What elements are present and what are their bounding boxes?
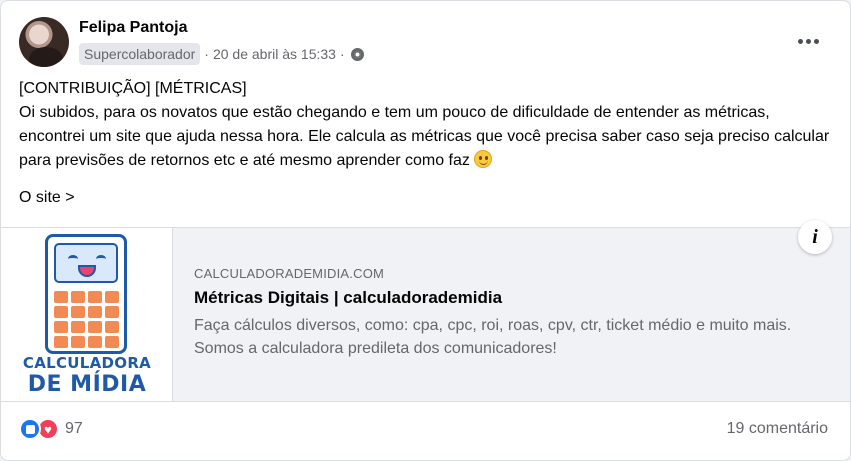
- meta-separator: ·: [204, 46, 209, 62]
- post-timestamp[interactable]: 20 de abril às 15:33: [213, 46, 336, 62]
- post-body: [CONTRIBUIÇÃO] [MÉTRICAS] Oi subidos, pa…: [19, 77, 832, 173]
- like-icon: [19, 418, 41, 440]
- author-avatar[interactable]: [19, 17, 69, 67]
- link-info: CALCULADORADEMIDIA.COM Métricas Digitais…: [194, 266, 794, 360]
- post-card: Felipa Pantoja Supercolaborador · 20 de …: [0, 0, 851, 461]
- logo-text-line1: CALCULADORA: [22, 354, 152, 372]
- post-message: Oi subidos, para os novatos que estão ch…: [19, 101, 832, 173]
- slightly-smiling-face-icon: [474, 150, 493, 168]
- post-header: Felipa Pantoja Supercolaborador · 20 de …: [19, 15, 832, 71]
- calculator-screen-icon: [54, 243, 118, 283]
- site-link[interactable]: O site >: [19, 189, 75, 207]
- link-domain: CALCULADORADEMIDIA.COM: [194, 266, 385, 281]
- calculator-logo-icon: [45, 234, 127, 354]
- link-title[interactable]: Métricas Digitais | calculadorademidia: [194, 288, 794, 308]
- link-thumbnail[interactable]: CALCULADORA DE MÍDIA: [1, 228, 173, 401]
- link-preview-card[interactable]: CALCULADORA DE MÍDIA CALCULADORADEMIDIA.…: [1, 220, 850, 402]
- member-badge[interactable]: Supercolaborador: [79, 43, 201, 65]
- post-message-text: Oi subidos, para os novatos que estão ch…: [19, 104, 830, 169]
- more-options-icon[interactable]: [790, 27, 826, 55]
- meta-separator: ·: [339, 46, 345, 62]
- reaction-count[interactable]: 97: [65, 420, 83, 438]
- post-tags-line: [CONTRIBUIÇÃO] [MÉTRICAS]: [19, 80, 247, 97]
- globe-icon[interactable]: [350, 47, 364, 61]
- eye-icon: [68, 255, 78, 263]
- mouth-icon: [78, 265, 96, 277]
- reactions-summary[interactable]: 97: [19, 418, 83, 440]
- comments-count[interactable]: 19 comentário: [727, 420, 828, 438]
- author-name[interactable]: Felipa Pantoja: [79, 19, 187, 37]
- link-description: Faça cálculos diversos, como: cpa, cpc, …: [194, 317, 792, 357]
- info-icon[interactable]: i: [798, 220, 832, 254]
- post-meta: Supercolaborador · 20 de abril às 15:33 …: [79, 43, 364, 65]
- post-footer: 97 19 comentário: [19, 415, 828, 443]
- logo-text-line2: DE MÍDIA: [27, 372, 147, 397]
- eye-icon: [96, 255, 106, 263]
- calculator-keys: [54, 291, 120, 348]
